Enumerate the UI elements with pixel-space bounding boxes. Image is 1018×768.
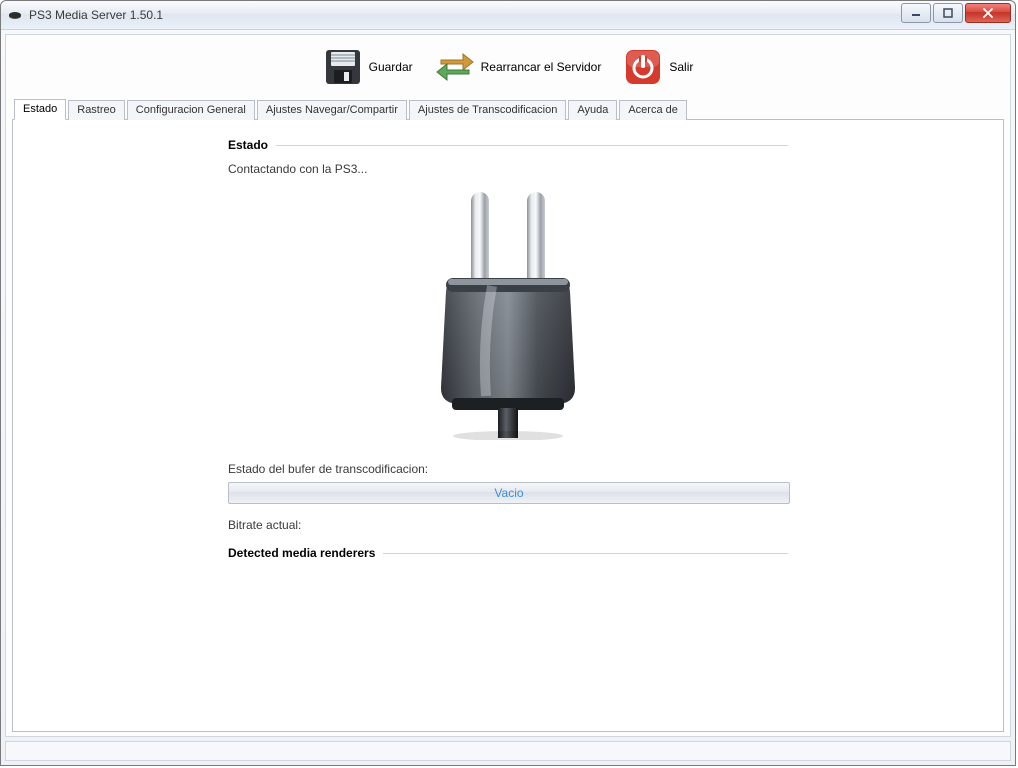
divider [276, 145, 788, 146]
tab-acerca[interactable]: Acerca de [619, 100, 687, 120]
minimize-button[interactable] [901, 3, 931, 23]
power-icon [623, 47, 663, 87]
section-estado-header: Estado [228, 138, 788, 152]
divider [383, 553, 788, 554]
restart-label: Rearrancar el Servidor [481, 60, 602, 74]
restart-icon [435, 47, 475, 87]
tab-rastreo[interactable]: Rastreo [68, 100, 125, 120]
plug-icon [408, 190, 608, 443]
toolbar: Guardar Rearrancar el Servidor [12, 41, 1004, 97]
save-label: Guardar [369, 60, 413, 74]
exit-button[interactable]: Salir [617, 45, 699, 89]
tab-ajustes-navegar[interactable]: Ajustes Navegar/Compartir [257, 100, 407, 120]
tab-ajustes-transcodificacion[interactable]: Ajustes de Transcodificacion [409, 100, 566, 120]
ps3-connection-image [228, 186, 788, 446]
section-renderers-header: Detected media renderers [228, 546, 788, 560]
section-renderers-title: Detected media renderers [228, 546, 375, 560]
exit-label: Salir [669, 60, 693, 74]
tab-configuracion[interactable]: Configuracion General [127, 100, 255, 120]
buffer-status-label: Estado del bufer de transcodificacion: [228, 462, 788, 476]
floppy-icon [323, 47, 363, 87]
content-area: Guardar Rearrancar el Servidor [5, 34, 1011, 737]
app-icon [7, 7, 23, 23]
tab-ayuda[interactable]: Ayuda [568, 100, 617, 120]
window-controls [901, 3, 1011, 23]
bitrate-label: Bitrate actual: [228, 518, 788, 532]
window-title: PS3 Media Server 1.50.1 [29, 8, 163, 22]
section-estado-title: Estado [228, 138, 268, 152]
restart-server-button[interactable]: Rearrancar el Servidor [429, 45, 608, 89]
panel-inner: Estado Contactando con la PS3... [228, 138, 788, 560]
save-button[interactable]: Guardar [317, 45, 419, 89]
status-bar [5, 741, 1011, 761]
close-button[interactable] [965, 3, 1011, 23]
tab-strip: Estado Rastreo Configuracion General Aju… [12, 97, 1004, 120]
buffer-value: Vacio [494, 486, 523, 500]
maximize-button[interactable] [933, 3, 963, 23]
buffer-progress-bar: Vacio [228, 482, 790, 504]
titlebar: PS3 Media Server 1.50.1 [1, 1, 1015, 30]
connecting-status: Contactando con la PS3... [228, 162, 788, 176]
tab-panel-estado: Estado Contactando con la PS3... [12, 120, 1004, 732]
app-window: PS3 Media Server 1.50.1 [0, 0, 1016, 766]
tab-estado[interactable]: Estado [14, 99, 66, 120]
